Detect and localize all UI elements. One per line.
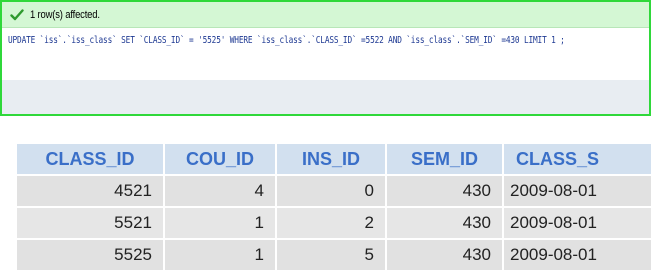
cell-cou-id[interactable]: 1	[165, 240, 277, 270]
cell-sem-id[interactable]: 430	[387, 240, 504, 270]
cell-ins-id[interactable]: 2	[277, 208, 387, 238]
cell-cou-id[interactable]: 1	[165, 208, 277, 238]
cell-class-s[interactable]: 2009-08-01	[504, 176, 651, 206]
sql-query-text: UPDATE `iss`.`iss_class` SET `CLASS_ID` …	[8, 35, 565, 46]
cell-cou-id[interactable]: 4	[165, 176, 277, 206]
query-result-message-panel: 1 row(s) affected. UPDATE `iss`.`iss_cla…	[0, 0, 651, 116]
cell-class-s[interactable]: 2009-08-01	[504, 208, 651, 238]
cell-class-id[interactable]: 5521	[17, 208, 165, 238]
cell-ins-id[interactable]: 5	[277, 240, 387, 270]
message-footer-bar	[2, 80, 649, 114]
rows-affected-text: 1 row(s) affected.	[30, 8, 100, 21]
column-header-class-id[interactable]: CLASS_ID	[17, 144, 165, 174]
message-header: 1 row(s) affected.	[2, 2, 649, 28]
cell-sem-id[interactable]: 430	[387, 208, 504, 238]
sql-query-area[interactable]: UPDATE `iss`.`iss_class` SET `CLASS_ID` …	[2, 28, 649, 80]
column-header-ins-id[interactable]: INS_ID	[277, 144, 387, 174]
results-table: CLASS_ID COU_ID INS_ID SEM_ID CLASS_S 45…	[17, 144, 651, 279]
cell-class-s[interactable]: 2009-08-01	[504, 240, 651, 270]
table-row[interactable]: 5525 1 5 430 2009-08-01	[17, 240, 651, 270]
cell-class-id[interactable]: 5525	[17, 240, 165, 270]
check-icon	[10, 8, 24, 22]
column-header-cou-id[interactable]: COU_ID	[165, 144, 277, 174]
cell-sem-id[interactable]: 430	[387, 176, 504, 206]
cell-class-id[interactable]: 4521	[17, 176, 165, 206]
table-row[interactable]: 5521 1 2 430 2009-08-01	[17, 208, 651, 238]
table-header-row: CLASS_ID COU_ID INS_ID SEM_ID CLASS_S	[17, 144, 651, 174]
column-header-class-s[interactable]: CLASS_S	[504, 144, 651, 174]
cell-ins-id[interactable]: 0	[277, 176, 387, 206]
table-row[interactable]: 4521 4 0 430 2009-08-01	[17, 176, 651, 206]
column-header-sem-id[interactable]: SEM_ID	[387, 144, 504, 174]
